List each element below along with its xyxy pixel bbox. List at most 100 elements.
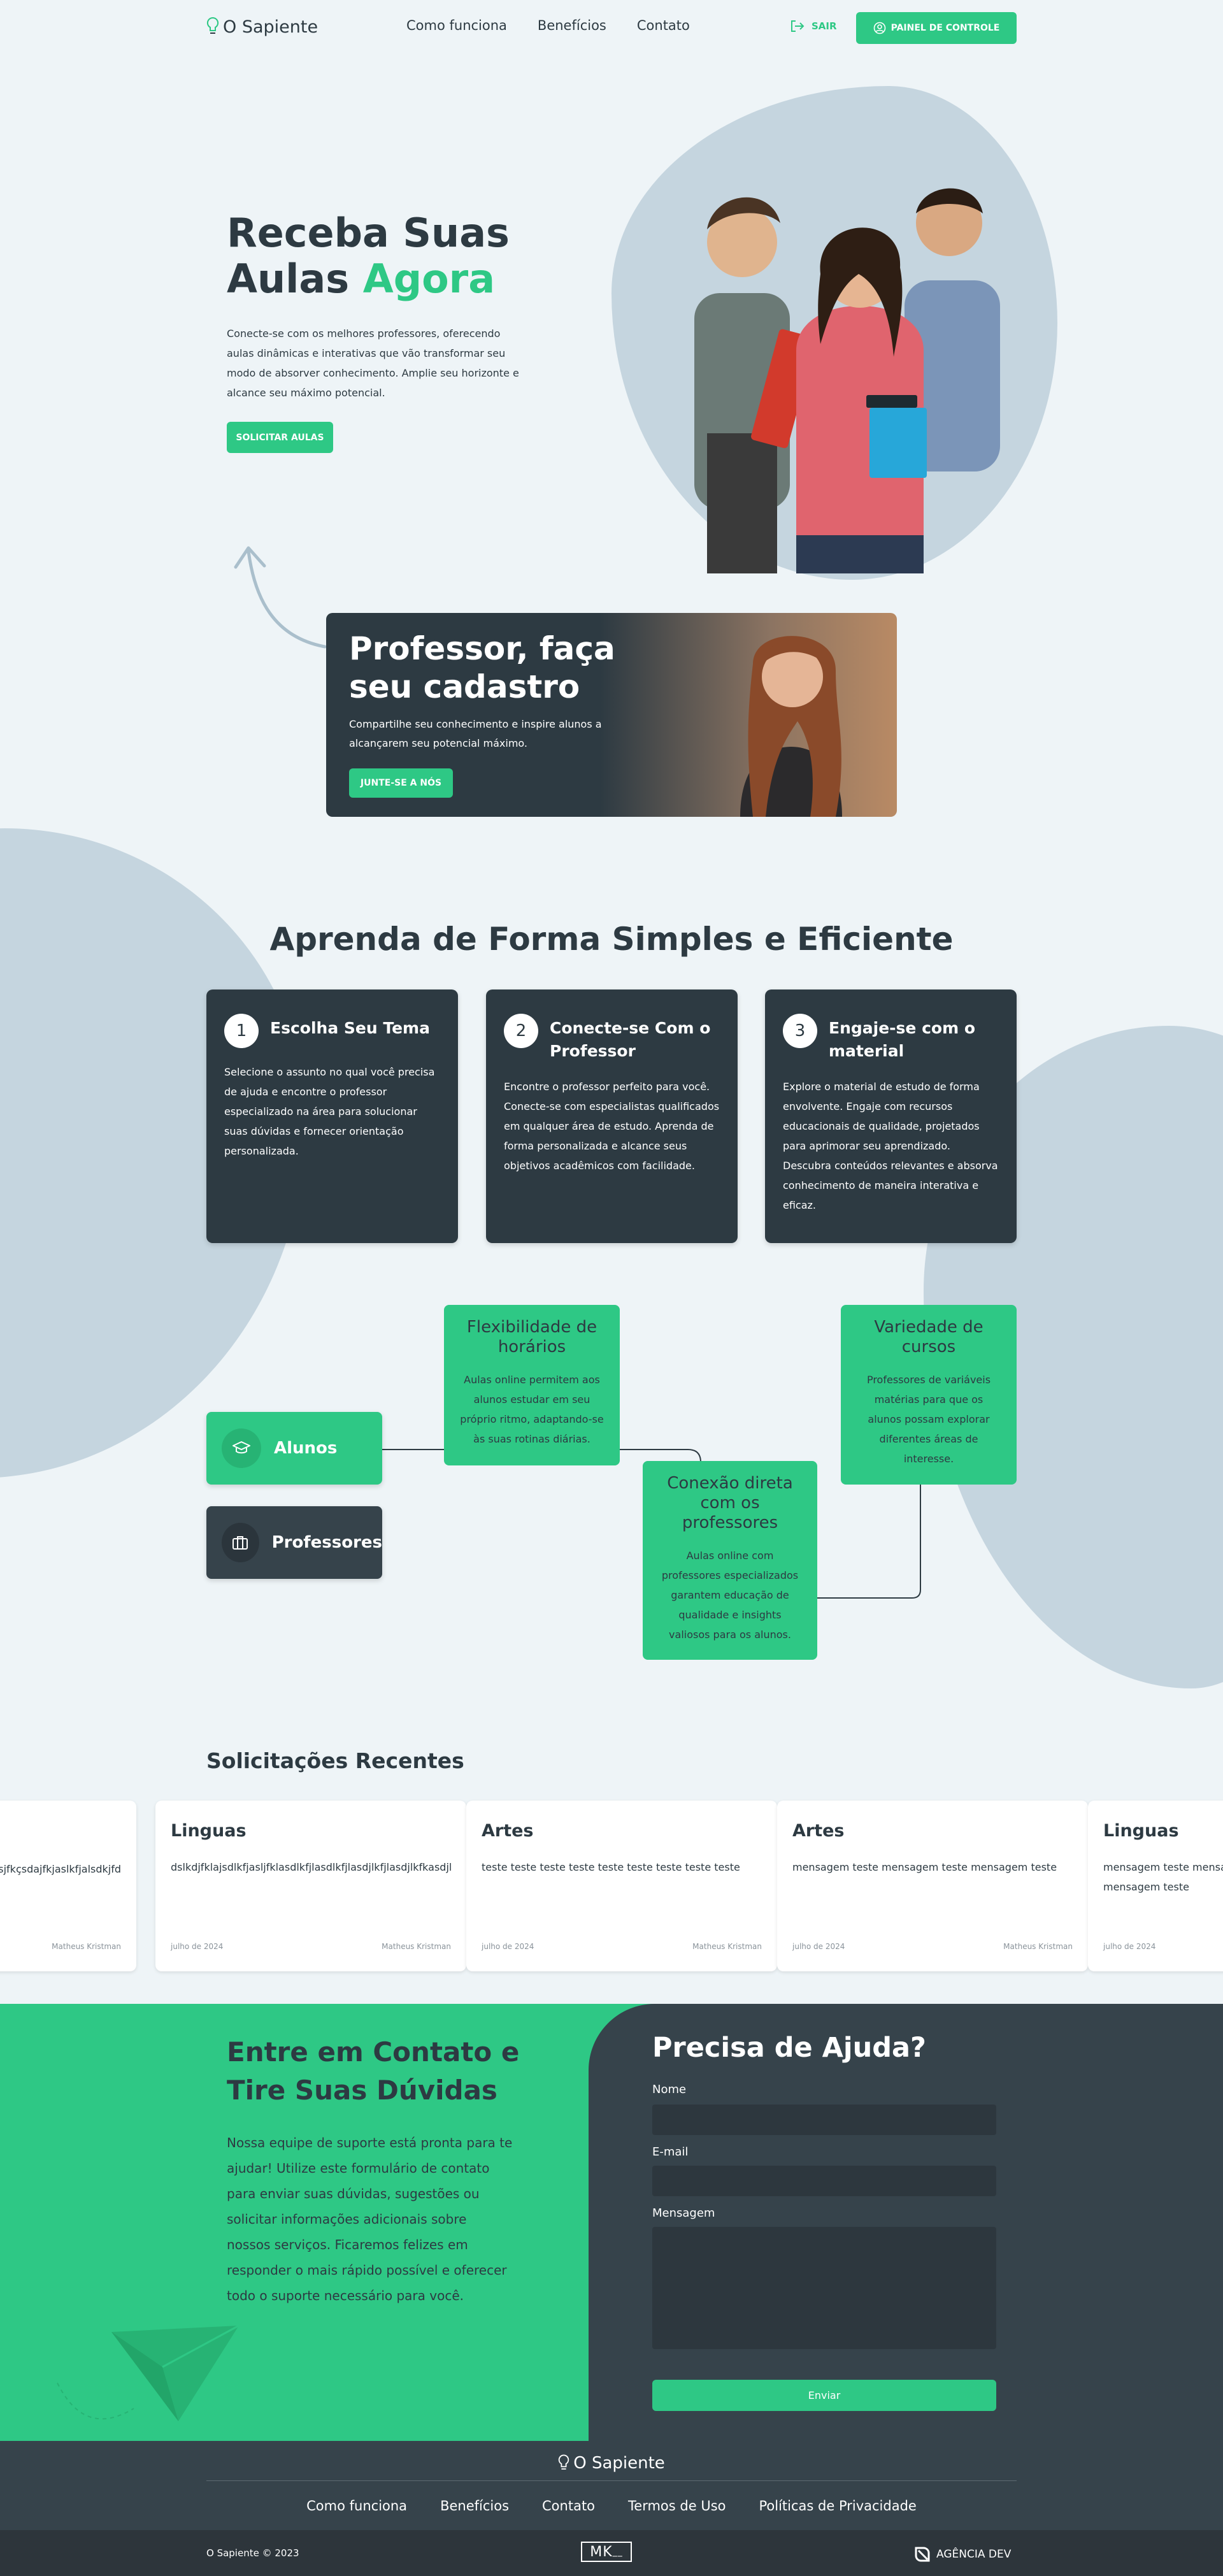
logout-icon	[791, 20, 805, 32]
request-card[interactable]: Artes mensagem teste mensagem teste mens…	[777, 1801, 1088, 1971]
request-card[interactable]: dsjfkçsdajfkjaslkfjalsdkjfd Matheus Kris…	[0, 1801, 136, 1971]
feature-text: Aulas online permitem aos alunos estudar…	[460, 1374, 604, 1445]
contact-form-panel	[589, 2004, 1223, 2441]
request-message: dslkdjfklajsdlkfjasljfklasdlkfjlasdlkfjl…	[171, 1861, 451, 1873]
nav-benefits[interactable]: Benefícios	[538, 18, 606, 33]
teacher-photo	[740, 636, 842, 817]
contact-title-line1: Entre em Contato e	[227, 2036, 520, 2068]
step-text: Selecione o assunto no qual você precisa…	[224, 1066, 435, 1157]
teacher-title-line1: Professor, faça	[349, 630, 615, 667]
step-card-3: 3 Engaje-se com o material Explore o mat…	[765, 989, 1017, 1243]
step-text: Encontre o professor perfeito para você.…	[504, 1081, 720, 1172]
request-card[interactable]: Artes teste teste teste teste teste test…	[466, 1801, 777, 1971]
paper-plane-icon	[57, 2324, 240, 2421]
help-title: Precisa de Ajuda?	[652, 2032, 926, 2064]
students-tab[interactable]: Alunos	[206, 1412, 382, 1485]
dashboard-label: PAINEL DE CONTROLE	[890, 23, 1000, 33]
mk-logo[interactable]: MK __	[581, 2542, 632, 2562]
contact-section: Entre em Contato e Tire Suas Dúvidas Nos…	[0, 2004, 1223, 2441]
footer: O Sapiente Como funciona Benefícios Cont…	[0, 2441, 1223, 2530]
step-card-2: 2 Conecte-se Com o Professor Encontre o …	[486, 989, 738, 1243]
teacher-title: Professor, faça seu cadastro	[349, 630, 615, 706]
feature-title: Conexão direta com os professores	[667, 1474, 793, 1532]
request-date: julho de 2024	[171, 1942, 224, 1951]
step-number: 1	[224, 1014, 259, 1048]
agency-text: AGÊNCIA DEV	[936, 2548, 1012, 2561]
request-date: julho de 2024	[1103, 1942, 1156, 1951]
step-number: 3	[783, 1014, 817, 1048]
curved-arrow-icon	[234, 546, 327, 649]
header: O Sapiente Como funciona Benefícios Cont…	[0, 0, 1223, 55]
send-button[interactable]: Enviar	[652, 2380, 996, 2411]
step-text: Explore o material de estudo de forma en…	[783, 1081, 998, 1211]
agency-logo[interactable]: AGÊNCIA DEV	[913, 2545, 1011, 2563]
hero-title: Receba Suas Aulas Agora	[227, 210, 510, 302]
bottom-bar: O Sapiente © 2023 MK __ AGÊNCIA DEV	[0, 2530, 1223, 2576]
name-input[interactable]	[652, 2105, 996, 2135]
step-title: Escolha Seu Tema	[270, 1019, 430, 1037]
lightbulb-icon	[206, 17, 219, 34]
contact-title: Entre em Contato e Tire Suas Dúvidas	[227, 2033, 519, 2110]
logout-label: SAIR	[812, 20, 837, 32]
step-number: 2	[504, 1014, 538, 1048]
name-label: Nome	[652, 2083, 687, 2096]
feature-title: Flexibilidade de horários	[466, 1318, 597, 1356]
feature-text: Aulas online com professores especializa…	[661, 1550, 799, 1641]
page: O Sapiente Como funciona Benefícios Cont…	[0, 0, 1223, 2576]
recent-requests-title: Solicitações Recentes	[206, 1748, 464, 1773]
request-card[interactable]: Linguas mensagem teste mensagem teste me…	[1088, 1801, 1223, 1971]
email-input[interactable]	[652, 2166, 996, 2196]
message-textarea[interactable]	[652, 2227, 996, 2349]
email-label: E-mail	[652, 2145, 689, 2159]
hero-title-accent: Agora	[362, 255, 496, 302]
request-category: Linguas	[171, 1821, 247, 1841]
footer-logo[interactable]: O Sapiente	[0, 2454, 1223, 2473]
footer-link-privacy[interactable]: Políticas de Privacidade	[759, 2498, 916, 2514]
hero-title-prefix: Aulas	[227, 255, 350, 302]
footer-nav: Como funciona Benefícios Contato Termos …	[0, 2498, 1223, 2514]
footer-logo-text: O Sapiente	[573, 2454, 665, 2473]
how-it-works-title: Aprenda de Forma Simples e Eficiente	[269, 921, 954, 958]
step-title: Engaje-se com o material	[829, 1019, 976, 1060]
footer-divider	[206, 2480, 1017, 2481]
logo[interactable]: O Sapiente	[206, 17, 318, 37]
join-us-button[interactable]: JUNTE-SE A NÓS	[349, 768, 453, 798]
message-label: Mensagem	[652, 2206, 715, 2220]
nav-how-it-works[interactable]: Como funciona	[406, 18, 507, 33]
request-message: teste teste teste teste teste teste test…	[482, 1861, 740, 1873]
request-message: mensagem teste mensagem teste mensagem t…	[792, 1861, 1057, 1873]
footer-link-how-it-works[interactable]: Como funciona	[306, 2498, 407, 2514]
hero-title-line1: Receba Suas	[227, 210, 510, 256]
footer-link-contact[interactable]: Contato	[542, 2498, 595, 2514]
request-author: Matheus Kristman	[692, 1942, 762, 1951]
feature-card-variety: Variedade de cursos Professores de variá…	[841, 1305, 1017, 1485]
request-author: Matheus Kristman	[52, 1942, 121, 1951]
request-category: Linguas	[1103, 1821, 1179, 1841]
role-label: Professores	[271, 1533, 382, 1552]
copyright: O Sapiente © 2023	[206, 2547, 299, 2559]
request-category: Artes	[792, 1821, 845, 1841]
logout-button[interactable]: SAIR	[790, 19, 837, 33]
briefcase-icon	[222, 1523, 259, 1562]
teachers-tab[interactable]: Professores	[206, 1506, 382, 1579]
footer-link-benefits[interactable]: Benefícios	[440, 2498, 509, 2514]
main-nav: Como funciona Benefícios Contato	[406, 18, 690, 33]
step-title: Conecte-se Com o Professor	[550, 1019, 711, 1060]
students-photo	[694, 188, 1000, 573]
step-card-1: 1 Escolha Seu Tema Selecione o assunto n…	[206, 989, 458, 1243]
nav-contact[interactable]: Contato	[637, 18, 690, 33]
request-date: julho de 2024	[792, 1942, 845, 1951]
teacher-signup-banner: Professor, faça seu cadastro Compartilhe…	[326, 613, 897, 817]
dashboard-button[interactable]: PAINEL DE CONTROLE	[856, 12, 1017, 44]
request-card[interactable]: Linguas dslkdjfklajsdlkfjasljfklasdlkfjl…	[155, 1801, 466, 1971]
teacher-description: Compartilhe seu conhecimento e inspire a…	[349, 718, 602, 749]
role-label: Alunos	[274, 1439, 338, 1458]
request-classes-button[interactable]: SOLICITAR AULAS	[227, 422, 333, 453]
footer-link-terms[interactable]: Termos de Uso	[628, 2498, 726, 2514]
contact-description: Nossa equipe de suporte está pronta para…	[227, 2135, 513, 2303]
logo-text: O Sapiente	[223, 17, 318, 37]
request-date: julho de 2024	[482, 1942, 534, 1951]
graduation-cap-icon	[222, 1428, 261, 1468]
request-message: dsjfkçsdajfkjaslkfjalsdkjfd	[0, 1863, 121, 1875]
request-author: Matheus Kristman	[382, 1942, 451, 1951]
